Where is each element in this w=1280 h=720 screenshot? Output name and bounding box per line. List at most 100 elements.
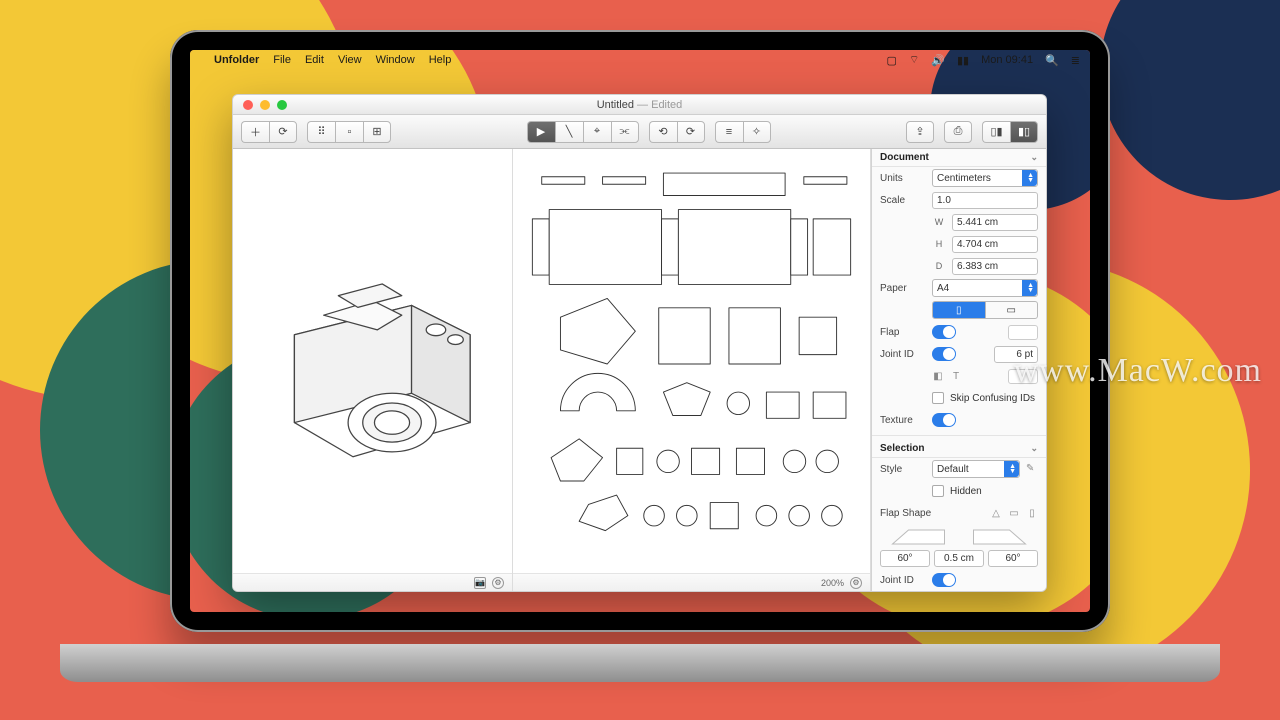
menu-edit[interactable]: Edit <box>305 54 324 66</box>
height-input[interactable]: 4.704 cm <box>952 236 1038 253</box>
window-close-icon[interactable] <box>243 100 253 110</box>
unfold-2d-pane[interactable]: 200% ⚙ <box>513 149 871 591</box>
volume-icon[interactable]: 🔊 <box>931 54 945 67</box>
align-button[interactable]: ≡ <box>715 121 743 143</box>
layout-collapse-button[interactable]: ⠿ <box>307 121 335 143</box>
mac-menubar: Unfolder File Edit View Window Help ▢ ⌔ … <box>190 50 1090 70</box>
units-label: Units <box>880 173 926 184</box>
paper-value: A4 <box>937 283 949 294</box>
depth-input[interactable]: 6.383 cm <box>952 258 1038 275</box>
selection-jointid-toggle[interactable] <box>932 573 956 587</box>
layout-voxel-button[interactable]: ▫ <box>335 121 363 143</box>
window-title-state: — Edited <box>637 99 682 111</box>
orientation-segmented[interactable]: ▯ ▭ <box>932 301 1038 319</box>
depth-key: D <box>932 261 946 271</box>
preview-settings-icon[interactable]: ⚙ <box>492 577 504 589</box>
spotlight-icon[interactable]: 🔍 <box>1045 54 1059 67</box>
app-name[interactable]: Unfolder <box>214 54 259 66</box>
airplay-icon[interactable]: ▢ <box>887 54 897 67</box>
flap-label: Flap <box>880 327 926 338</box>
window-title: Untitled <box>597 99 634 111</box>
width-key: W <box>932 217 946 227</box>
laptop-frame: Unfolder File Edit View Window Help ▢ ⌔ … <box>170 30 1110 632</box>
window-titlebar[interactable]: Untitled — Edited <box>233 95 1046 115</box>
flap-angle-right-input[interactable]: 60° <box>988 550 1038 567</box>
hidden-checkbox[interactable] <box>932 485 944 497</box>
units-select[interactable]: Centimeters ▲▼ <box>932 169 1038 187</box>
flap-shape-tab-icon[interactable]: ▯ <box>1026 507 1038 519</box>
edit-style-icon[interactable]: ✎ <box>1026 463 1038 475</box>
skip-ids-checkbox[interactable] <box>932 392 944 404</box>
palette-icon[interactable]: ◧ <box>932 370 944 382</box>
add-button[interactable]: ＋ <box>241 121 269 143</box>
jointid-size-input[interactable]: 6 pt <box>994 346 1038 363</box>
app-toolbar: ＋ ⟳ ⠿ ▫ ⊞ ▶ ╲ ⌖ ⫘ ⟲ ⟳ <box>233 115 1046 149</box>
menu-view[interactable]: View <box>338 54 362 66</box>
menu-window[interactable]: Window <box>376 54 415 66</box>
window-zoom-icon[interactable] <box>277 100 287 110</box>
share-button[interactable]: ⇪ <box>906 121 934 143</box>
orientation-portrait[interactable]: ▯ <box>933 302 985 318</box>
paper-label: Paper <box>880 283 926 294</box>
texture-toggle[interactable] <box>932 413 956 427</box>
layout-grid-button[interactable]: ⊞ <box>363 121 391 143</box>
preview-3d-pane[interactable]: 📷 ⚙ <box>233 149 513 591</box>
flap-width-input[interactable]: 0.5 cm <box>934 550 984 567</box>
anchor-tool-button[interactable]: ⌖ <box>583 121 611 143</box>
chevron-down-icon: ⌄ <box>1030 152 1038 163</box>
flap-shape-rect-icon[interactable]: ▭ <box>1008 507 1020 519</box>
left-panel-toggle[interactable]: ▯▮ <box>982 121 1010 143</box>
siri-icon[interactable]: ≣ <box>1071 54 1080 67</box>
camera-3d-model <box>243 159 502 569</box>
menu-file[interactable]: File <box>273 54 291 66</box>
document-section-header[interactable]: Document ⌄ <box>872 149 1046 167</box>
flap-toggle[interactable] <box>932 325 956 339</box>
document-section-title: Document <box>880 152 929 163</box>
style-select[interactable]: Default ▲▼ <box>932 460 1020 478</box>
style-label: Style <box>880 464 926 475</box>
selection-jointid-label: Joint ID <box>880 575 926 586</box>
flap-shape-label: Flap Shape <box>880 508 931 519</box>
battery-icon[interactable]: ▮▮ <box>957 54 969 67</box>
flap-preview-right <box>961 526 1038 546</box>
chevron-down-icon: ⌄ <box>1030 443 1038 454</box>
width-input[interactable]: 5.441 cm <box>952 214 1038 231</box>
jointid-color-swatch[interactable] <box>1008 369 1038 384</box>
rotate-left-button[interactable]: ⟲ <box>649 121 677 143</box>
jointid-label: Joint ID <box>880 349 926 360</box>
height-key: H <box>932 239 946 249</box>
select-tool-button[interactable]: ▶ <box>527 121 555 143</box>
zoom-level[interactable]: 200% <box>821 578 844 588</box>
canvas-settings-icon[interactable]: ⚙ <box>850 577 862 589</box>
print-button[interactable]: ⎙ <box>944 121 972 143</box>
snapshot-icon[interactable]: 📷 <box>474 577 486 589</box>
line-tool-button[interactable]: ╲ <box>555 121 583 143</box>
selection-section-title: Selection <box>880 443 924 454</box>
scale-input[interactable]: 1.0 <box>932 192 1038 209</box>
scale-label: Scale <box>880 195 926 206</box>
menu-help[interactable]: Help <box>429 54 452 66</box>
flap-color-swatch[interactable] <box>1008 325 1038 340</box>
window-minimize-icon[interactable] <box>260 100 270 110</box>
orientation-landscape[interactable]: ▭ <box>985 302 1038 318</box>
font-icon[interactable]: T <box>950 370 962 382</box>
flap-angle-left-input[interactable]: 60° <box>880 550 930 567</box>
wifi-icon[interactable]: ⌔ <box>909 53 919 67</box>
selection-section-header[interactable]: Selection ⌄ <box>872 440 1046 458</box>
menubar-clock[interactable]: Mon 09:41 <box>981 54 1033 66</box>
rotate-right-button[interactable]: ⟳ <box>677 121 705 143</box>
style-value: Default <box>937 464 969 475</box>
inspector-panel: Document ⌄ Units Centimeters ▲▼ Scale 1.… <box>871 149 1046 591</box>
magic-button[interactable]: ✧ <box>743 121 771 143</box>
refresh-button[interactable]: ⟳ <box>269 121 297 143</box>
skip-ids-label: Skip Confusing IDs <box>950 393 1035 404</box>
flap-preview-left <box>880 526 957 546</box>
join-tool-button[interactable]: ⫘ <box>611 121 639 143</box>
right-panel-toggle[interactable]: ▮▯ <box>1010 121 1038 143</box>
texture-label: Texture <box>880 415 926 426</box>
jointid-toggle[interactable] <box>932 347 956 361</box>
paper-select[interactable]: A4 ▲▼ <box>932 279 1038 297</box>
flap-shape-tri-icon[interactable]: △ <box>990 507 1002 519</box>
hidden-label: Hidden <box>950 486 982 497</box>
app-window: Untitled — Edited ＋ ⟳ ⠿ ▫ ⊞ ▶ ╲ <box>232 94 1047 592</box>
